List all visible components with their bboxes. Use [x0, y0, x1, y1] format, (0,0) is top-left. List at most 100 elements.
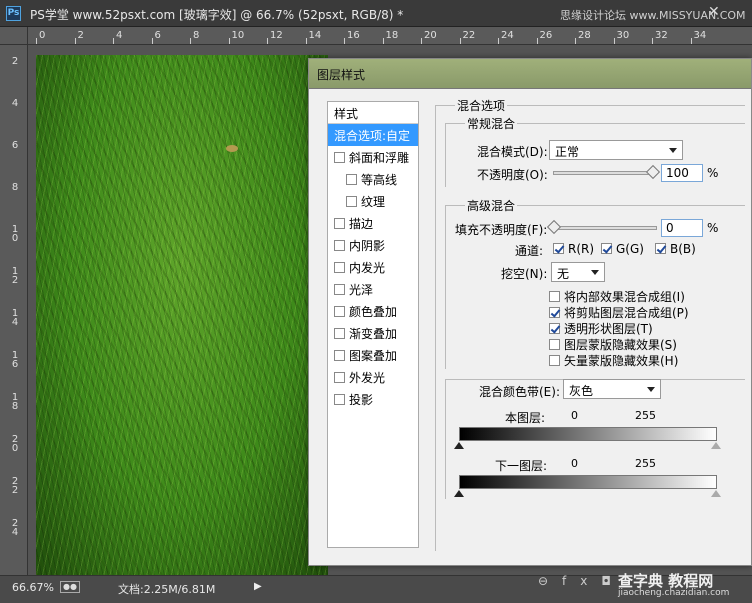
channel-checkbox[interactable]: R(R) — [553, 242, 594, 256]
checkbox-icon[interactable] — [549, 323, 560, 334]
style-item[interactable]: 内阴影 — [328, 234, 418, 256]
style-checkbox[interactable] — [334, 152, 345, 163]
advanced-option-label: 将剪贴图层混合成组(P) — [564, 306, 689, 320]
dialog-titlebar[interactable]: 图层样式 — [309, 59, 751, 89]
ruler-v-label: 1 0 — [11, 224, 19, 244]
close-icon[interactable]: ✕ — [708, 4, 720, 20]
photoshop-logo-icon: Ps — [6, 6, 21, 21]
document-size: 文档:2.25M/6.81M — [118, 583, 216, 596]
ruler-tick — [652, 38, 653, 44]
ruler-v-label: 2 2 — [11, 476, 19, 496]
style-checkbox[interactable] — [334, 240, 345, 251]
blend-mode-value: 正常 — [555, 145, 580, 159]
knockout-select[interactable]: 无 — [551, 262, 605, 282]
advanced-option-checkbox[interactable]: 透明形状图层(T) — [549, 320, 653, 337]
status-menu-arrow-icon[interactable]: ▶ — [254, 581, 262, 592]
chevron-down-icon — [647, 387, 655, 392]
style-item[interactable]: 投影 — [328, 388, 418, 410]
ruler-v-label: 6 — [11, 140, 19, 151]
this-layer-black-slider[interactable] — [454, 442, 464, 449]
channel-checkbox[interactable]: G(G) — [601, 242, 644, 256]
this-layer-gradient[interactable] — [459, 427, 717, 441]
channel-checkbox[interactable]: B(B) — [655, 242, 696, 256]
style-list-header[interactable]: 样式 — [328, 102, 418, 124]
style-item[interactable]: 等高线 — [328, 168, 418, 190]
ruler-corner[interactable] — [0, 27, 28, 45]
checkbox-icon[interactable] — [549, 291, 560, 302]
style-item[interactable]: 图案叠加 — [328, 344, 418, 366]
checkbox-icon[interactable] — [549, 307, 560, 318]
style-checkbox[interactable] — [334, 372, 345, 383]
channel-label: R(R) — [568, 242, 595, 256]
style-checkbox[interactable] — [334, 394, 345, 405]
opacity-slider[interactable] — [553, 171, 657, 175]
blend-options-title: 混合选项 — [455, 97, 508, 114]
blend-if-select[interactable]: 灰色 — [563, 379, 661, 399]
checkbox-icon[interactable] — [601, 243, 612, 254]
ruler-tick — [690, 38, 692, 44]
style-checkbox[interactable] — [334, 262, 345, 273]
layers-panel-icons[interactable]: ⊖fx◘ — [538, 574, 625, 588]
style-item[interactable]: 外发光 — [328, 366, 418, 388]
checkbox-icon[interactable] — [549, 339, 560, 350]
style-item[interactable]: 描边 — [328, 212, 418, 234]
style-checkbox[interactable] — [346, 174, 357, 185]
advanced-option-checkbox[interactable]: 将内部效果混合成组(I) — [549, 288, 685, 305]
style-checkbox[interactable] — [334, 218, 345, 229]
ruler-h-label: 34 — [693, 30, 707, 41]
advanced-option-checkbox[interactable]: 矢量蒙版隐藏效果(H) — [549, 352, 678, 369]
style-checkbox[interactable] — [334, 284, 345, 295]
style-item-label: 斜面和浮雕 — [349, 151, 410, 165]
advanced-option-label: 矢量蒙版隐藏效果(H) — [564, 354, 679, 368]
vertical-ruler[interactable]: 2 4 6 8 1 0 1 2 1 4 1 6 1 8 2 0 2 2 2 4 — [0, 45, 28, 575]
zoom-level[interactable]: 66.67% — [12, 581, 54, 594]
style-item[interactable]: 纹理 — [328, 190, 418, 212]
style-checkbox[interactable] — [334, 328, 345, 339]
ruler-tick — [459, 38, 461, 44]
style-checkbox[interactable] — [334, 306, 345, 317]
ruler-tick — [36, 38, 37, 44]
channel-label: G(G) — [616, 242, 644, 256]
opacity-input[interactable]: 100 — [661, 164, 703, 182]
blend-mode-select[interactable]: 正常 — [549, 140, 683, 160]
style-checkbox[interactable] — [334, 350, 345, 361]
dialog-title: 图层样式 — [317, 68, 366, 82]
ruler-v-label: 2 0 — [11, 434, 19, 454]
ruler-tick — [498, 38, 499, 44]
style-item[interactable]: 渐变叠加 — [328, 322, 418, 344]
ruler-h-label: 18 — [385, 30, 399, 41]
opacity-percent: % — [707, 166, 719, 180]
leaf-speck — [226, 145, 238, 152]
checkbox-icon[interactable] — [549, 355, 560, 366]
advanced-option-checkbox[interactable]: 图层蒙版隐藏效果(S) — [549, 336, 677, 353]
underlying-layer-gradient[interactable] — [459, 475, 717, 489]
ruler-tick — [113, 38, 114, 44]
zoom-toggle-icon[interactable]: ●● — [60, 581, 80, 593]
style-item[interactable]: 内发光 — [328, 256, 418, 278]
blend-if-label: 混合颜色带(E): — [479, 385, 560, 399]
style-item[interactable]: 混合选项:自定 — [328, 124, 418, 146]
ruler-v-label: 2 4 — [11, 518, 19, 538]
fill-opacity-input[interactable]: 0 — [661, 219, 703, 237]
advanced-option-checkbox[interactable]: 将剪贴图层混合成组(P) — [549, 304, 689, 321]
grass-image — [36, 55, 328, 575]
fill-opacity-slider[interactable] — [553, 226, 657, 230]
style-item[interactable]: 颜色叠加 — [328, 300, 418, 322]
fill-opacity-percent: % — [707, 221, 719, 235]
ruler-tick — [421, 38, 422, 44]
underlying-layer-black-slider[interactable] — [454, 490, 464, 497]
checkbox-icon[interactable] — [553, 243, 564, 254]
this-layer-white-slider[interactable] — [711, 442, 721, 449]
checkbox-icon[interactable] — [655, 243, 666, 254]
bottom-watermark-url: jiaocheng.chazidian.com — [618, 588, 730, 598]
document-tab[interactable]: Ps PS学堂 www.52psxt.com [玻璃字效] @ 66.7% (5… — [0, 0, 752, 27]
ruler-h-label: 12 — [270, 30, 283, 41]
general-blending-title: 常规混合 — [465, 115, 518, 132]
opacity-label: 不透明度(O): — [477, 168, 548, 182]
style-item[interactable]: 斜面和浮雕 — [328, 146, 418, 168]
style-item[interactable]: 光泽 — [328, 278, 418, 300]
style-checkbox[interactable] — [346, 196, 357, 207]
underlying-layer-white-slider[interactable] — [711, 490, 721, 497]
advanced-option-label: 图层蒙版隐藏效果(S) — [564, 338, 677, 352]
horizontal-ruler[interactable]: 0 2 4 6 8 10 12 14 16 18 20 22 24 26 28 30 32 34 — [28, 27, 752, 45]
